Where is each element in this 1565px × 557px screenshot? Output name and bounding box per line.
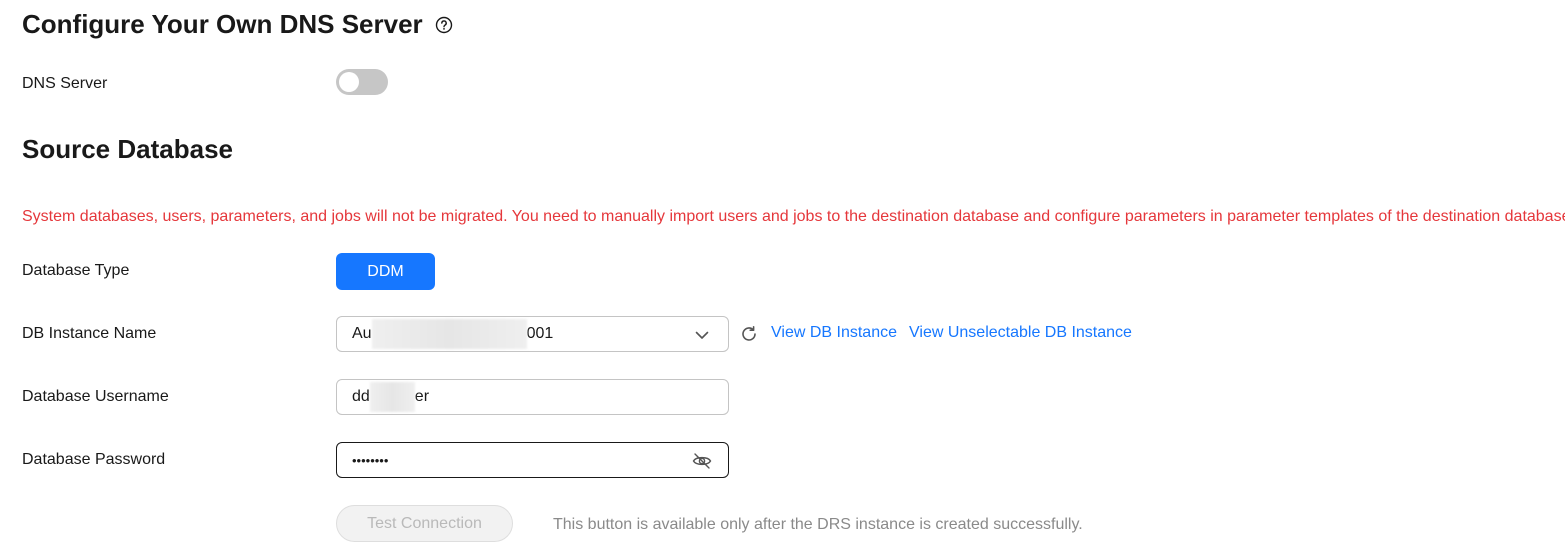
- database-username-label: Database Username: [22, 388, 169, 405]
- test-connection-hint: This button is available only after the …: [553, 516, 1083, 533]
- database-type-ddm-button[interactable]: DDM: [336, 253, 435, 290]
- eye-off-icon[interactable]: [692, 452, 712, 470]
- dns-title-text: Configure Your Own DNS Server: [22, 9, 423, 39]
- database-password-label: Database Password: [22, 451, 166, 468]
- database-type-label: Database Type: [22, 262, 130, 279]
- instance-value-prefix: Au: [352, 325, 372, 342]
- source-database-title: Source Database: [22, 134, 233, 164]
- view-unselectable-db-instance-link[interactable]: View Unselectable DB Instance: [909, 324, 1132, 342]
- dns-server-label: DNS Server: [22, 75, 108, 92]
- username-value-suffix: er: [414, 388, 430, 405]
- instance-value-suffix: 001: [526, 325, 554, 342]
- db-instance-select[interactable]: Au 001: [336, 316, 729, 352]
- dns-section-title: Configure Your Own DNS Server: [22, 9, 453, 40]
- redacted-blur: [369, 382, 415, 412]
- database-username-input[interactable]: dd er: [336, 379, 729, 415]
- db-instance-name-label: DB Instance Name: [22, 325, 157, 342]
- dns-server-toggle[interactable]: [336, 69, 388, 95]
- migration-warning: System databases, users, parameters, and…: [22, 208, 1565, 225]
- chevron-down-icon: [694, 327, 710, 343]
- password-mask: ••••••••: [352, 452, 389, 468]
- refresh-icon[interactable]: [740, 325, 758, 343]
- test-connection-button: Test Connection: [336, 505, 513, 542]
- redacted-blur: [371, 319, 527, 349]
- view-db-instance-link[interactable]: View DB Instance: [771, 324, 897, 342]
- toggle-knob: [339, 72, 359, 92]
- username-value-prefix: dd: [352, 388, 370, 405]
- database-password-input[interactable]: ••••••••: [336, 442, 729, 478]
- question-circle-icon[interactable]: [435, 16, 453, 34]
